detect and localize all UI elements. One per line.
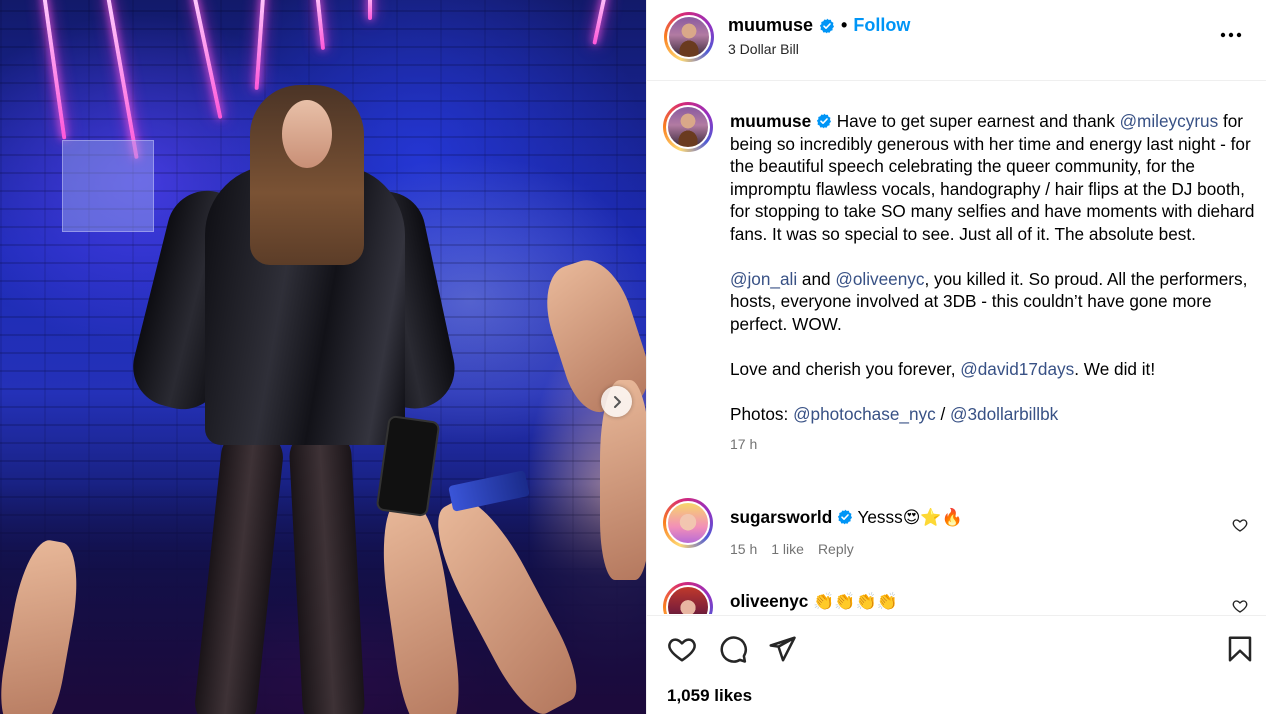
caption-p3-after: . We did it! [1074,358,1156,379]
performer-face [282,100,332,168]
mention-link[interactable]: @david17days [960,359,1074,379]
verified-badge-icon [837,509,852,525]
caption-p1-before: Have to get super earnest and thank [836,111,1120,131]
comment-body: sugarsworld Yesss😍⭐🔥 15 h 1 like Reply [730,506,963,560]
comment-emojis: 👏👏👏👏 [813,592,898,612]
separator-dot: • [841,15,848,35]
comment-text: Yesss [857,507,903,527]
location-link[interactable]: 3 Dollar Bill [728,41,799,57]
comment-meta: 15 h 1 like Reply [730,538,963,560]
neon-light-tube [368,0,372,20]
avatar[interactable] [663,498,713,548]
post-side-panel: muumuse • Follow 3 Dollar Bill muumuse H… [646,0,1266,714]
comment-timestamp[interactable]: 15 h [730,538,757,560]
reply-button[interactable]: Reply [818,538,854,560]
header-username[interactable]: muumuse [728,15,813,36]
caption-username[interactable]: muumuse [730,111,811,131]
avatar[interactable] [664,12,714,62]
caption-text-fragment: / [935,403,951,424]
comment-username[interactable]: sugarsworld [730,507,832,527]
caption-text: muumuse Have to get super earnest and th… [730,110,1260,456]
mention-link[interactable]: @jon_ali [730,269,797,289]
post-header: muumuse • Follow 3 Dollar Bill [647,0,1266,81]
heart-icon[interactable] [667,634,697,664]
avatar[interactable] [663,102,713,152]
comment-username[interactable]: oliveenyc [730,591,808,611]
comment-body: oliveenyc 👏👏👏👏 [730,590,898,613]
caption-timestamp[interactable]: 17 h [730,433,1260,456]
action-bar: 1,059 likes [647,615,1266,714]
paper-plane-icon[interactable] [767,634,797,664]
bookmark-icon[interactable] [1225,634,1255,664]
avatar[interactable] [663,582,713,614]
more-options-button[interactable] [1218,25,1244,45]
mention-link[interactable]: @mileycyrus [1120,111,1219,131]
comment-bubble-icon[interactable] [718,634,748,664]
chevron-right-icon [613,395,621,408]
comment-like-heart-icon[interactable] [1232,517,1248,533]
mention-link[interactable]: @3dollarbillbk [950,404,1058,424]
more-options-icon [1220,32,1242,38]
comments-scroll-area[interactable]: muumuse Have to get super earnest and th… [647,82,1266,614]
caption-text-fragment: and [797,268,836,289]
follow-button[interactable]: Follow [853,15,910,36]
caption-p3-before: Love and cherish you forever, [730,358,961,379]
next-photo-button[interactable] [601,386,632,417]
comment-like-heart-icon[interactable] [1232,598,1248,614]
comment-like-count[interactable]: 1 like [771,538,804,560]
header-user-line: muumuse • Follow [728,15,910,36]
caption-p4-before: Photos: [730,403,794,424]
verified-badge-icon [816,113,831,129]
comment-emojis: 😍⭐🔥 [902,508,963,528]
verified-badge-icon [819,18,835,33]
mention-link[interactable]: @photochase_nyc [793,404,936,424]
likes-count[interactable]: 1,059 likes [667,686,752,706]
wall-sign [62,140,154,232]
mention-link[interactable]: @oliveenyc [835,269,924,289]
post-photo[interactable] [0,0,646,714]
